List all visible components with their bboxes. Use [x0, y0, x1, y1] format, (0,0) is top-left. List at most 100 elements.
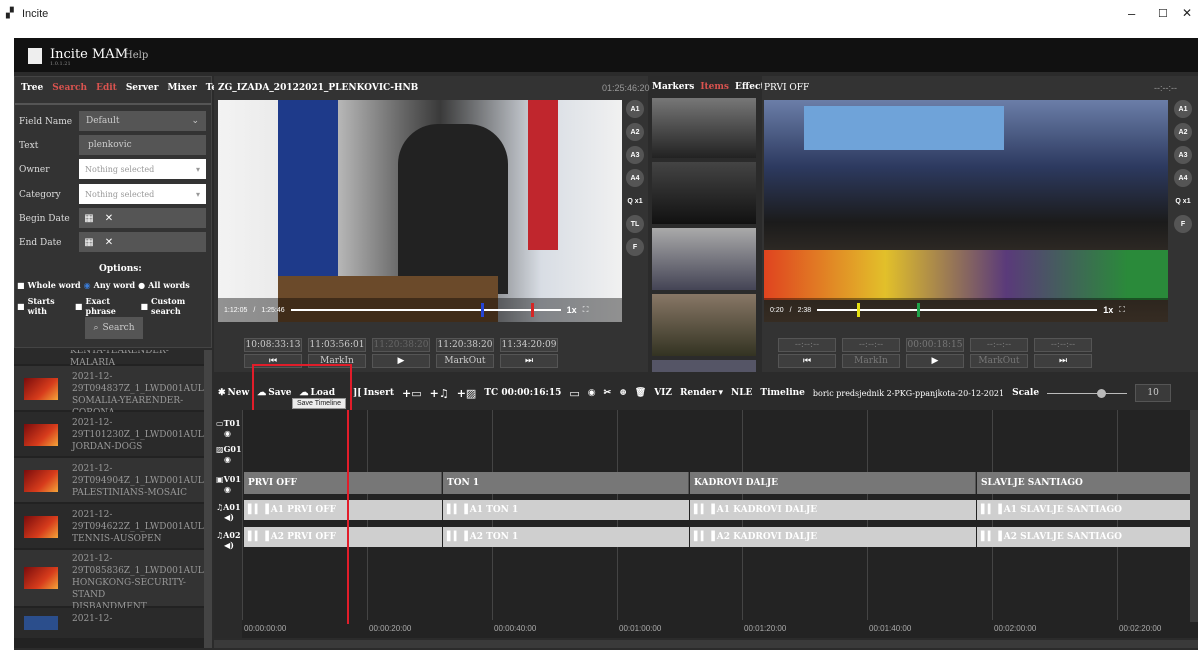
field-name-select[interactable]: Default ⌄ [79, 111, 206, 131]
zoom-button[interactable]: Q x1 [1174, 192, 1192, 210]
eye-icon[interactable]: ◉ [216, 454, 242, 464]
tab-markers[interactable]: Markers [652, 82, 694, 92]
a1-button[interactable]: A1 [626, 100, 644, 118]
list-item[interactable]: 2021-12- 29T094622Z_1_LWD001AUL4Z7 TENNIS-… [14, 504, 212, 548]
next-icon[interactable]: ⏭ [1034, 354, 1092, 368]
insert-button[interactable]: ][Insert [353, 388, 394, 398]
calendar-icon[interactable]: ▦ [79, 237, 99, 248]
audio-clip[interactable]: ▌▍▐ A1 SLAVLJE SANTIAGO [977, 500, 1191, 520]
category-select[interactable]: Nothing selected ▾ [79, 184, 206, 204]
calendar-icon[interactable]: ▦ [79, 213, 99, 224]
scale-input[interactable]: 10 [1135, 384, 1172, 402]
timeline-hscrollbar[interactable] [214, 640, 1198, 648]
begin-date-field[interactable]: ▦ ✕ [79, 208, 206, 228]
a4-button[interactable]: A4 [626, 169, 644, 187]
video-clip[interactable]: KADROVI DALJE [690, 472, 976, 494]
nle-button[interactable]: NLE [731, 388, 752, 398]
a1-button[interactable]: A1 [1174, 100, 1192, 118]
a4-button[interactable]: A4 [1174, 169, 1192, 187]
add-icon[interactable]: ⊕ [619, 388, 627, 398]
whole-word-checkbox[interactable]: ■ [17, 280, 25, 290]
results-scrollbar[interactable] [204, 350, 212, 648]
new-button[interactable]: ✱ New [218, 388, 249, 398]
list-item[interactable]: KENYA-YEARENDER-MALARIA [14, 350, 204, 368]
marker-thumb[interactable] [652, 98, 756, 158]
tab-server[interactable]: Server [126, 83, 159, 93]
slider-handle[interactable] [1097, 388, 1107, 398]
custom-search-checkbox[interactable]: ■ [140, 301, 148, 311]
tab-mixer[interactable]: Mixer [167, 83, 196, 93]
help-menu[interactable]: Help [124, 50, 148, 61]
audio-clip[interactable]: ▌▍▐ A2 TON 1 [443, 527, 689, 547]
play-icon[interactable]: ▶ [906, 354, 964, 368]
all-words-radio[interactable]: ● [138, 280, 145, 290]
f-button[interactable]: F [1174, 215, 1192, 233]
f-button[interactable]: F [626, 238, 644, 256]
source-scrubber[interactable]: 1:12:05 / 1:25:46 1x ⛶ [218, 298, 622, 322]
close-button[interactable]: ✕ [1182, 6, 1192, 20]
list-item[interactable]: 2021-12- 29T094904Z_1_LWD001AUL50T PALESTI… [14, 458, 212, 502]
audio-clip[interactable]: ▌▍▐ A2 KADROVI DALJE [690, 527, 976, 547]
tab-items[interactable]: Items [700, 82, 729, 92]
source-video[interactable]: 1:12:05 / 1:25:46 1x ⛶ [218, 100, 622, 322]
tab-search[interactable]: Search [52, 83, 87, 93]
clear-icon[interactable]: ✕ [99, 213, 119, 224]
audio-clip[interactable]: ▌▍▐ A2 PRVI OFF [244, 527, 442, 547]
markout-button[interactable]: MarkOut [436, 354, 494, 368]
program-video[interactable]: 0:20 / 2:38 1x ⛶ [764, 100, 1168, 322]
a2-button[interactable]: A2 [1174, 123, 1192, 141]
marker-in[interactable] [857, 303, 861, 317]
scale-slider[interactable] [1047, 388, 1128, 398]
list-item[interactable]: 2021-12- 29T094837Z_1_LWD001AUL4D9 SOMALIA… [14, 366, 212, 418]
zoom-button[interactable]: Q x1 [626, 192, 644, 210]
audio-clip[interactable]: ▌▍▐ A2 SLAVLJE SANTIAGO [977, 527, 1191, 547]
list-item[interactable]: 2021-12- [14, 608, 204, 638]
list-item[interactable]: 2021-12- 29T085836Z_1_LWD001AUL2L HONGKONG… [14, 550, 212, 612]
cut-icon[interactable]: ✂ [604, 388, 612, 398]
a3-button[interactable]: A3 [1174, 146, 1192, 164]
trash-icon[interactable]: 🗑 [635, 388, 646, 398]
viz-button[interactable]: VIZ [654, 388, 672, 398]
tl-button[interactable]: TL [626, 215, 644, 233]
timeline-scrollbar[interactable] [1190, 410, 1198, 622]
record-icon[interactable]: ◉ [588, 388, 596, 398]
fullscreen-icon[interactable]: ⛶ [1119, 305, 1125, 315]
playhead[interactable] [347, 410, 349, 624]
render-menu[interactable]: Render ▾ [680, 388, 723, 398]
marker-thumb[interactable] [652, 294, 756, 356]
owner-select[interactable]: Nothing selected ▾ [79, 159, 206, 179]
any-word-radio[interactable]: ◉ [84, 280, 91, 290]
add-graphic-track-icon[interactable]: +▨ [457, 387, 477, 400]
prev-icon[interactable]: ⏮ [778, 354, 836, 368]
marker-in[interactable] [480, 303, 484, 317]
eye-icon[interactable]: ◉ [216, 484, 241, 494]
tab-edit[interactable]: Edit [96, 83, 117, 93]
add-audio-track-icon[interactable]: +♫ [430, 387, 449, 400]
play-icon[interactable]: ▶ [372, 354, 430, 368]
search-button[interactable]: ⌕ Search [85, 317, 143, 339]
video-clip[interactable]: TON 1 [443, 472, 689, 494]
speaker-icon[interactable]: ◀) [216, 512, 241, 522]
marker-out[interactable] [917, 303, 921, 317]
audio-clip[interactable]: ▌▍▐ A1 TON 1 [443, 500, 689, 520]
minimize-button[interactable]: – [1128, 6, 1135, 21]
marker-out[interactable] [530, 303, 534, 317]
marker-thumb[interactable] [652, 228, 756, 290]
speaker-icon[interactable]: ◀) [216, 540, 241, 550]
eye-icon[interactable]: ◉ [216, 428, 241, 438]
exact-phrase-checkbox[interactable]: ■ [75, 301, 83, 311]
tab-tree[interactable]: Tree [21, 83, 43, 93]
a3-button[interactable]: A3 [626, 146, 644, 164]
markout-button[interactable]: MarkOut [970, 354, 1028, 368]
audio-clip[interactable]: ▌▍▐ A1 PRVI OFF [244, 500, 442, 520]
marker-thumb[interactable] [652, 360, 756, 372]
text-input[interactable]: plenkovic [79, 135, 206, 155]
end-date-field[interactable]: ▦ ✕ [79, 232, 206, 252]
video-clip[interactable]: PRVI OFF [244, 472, 442, 494]
add-video-track-icon[interactable]: +▭ [402, 387, 422, 400]
program-scrubber[interactable]: 0:20 / 2:38 1x ⛶ [764, 298, 1168, 322]
fullscreen-icon[interactable]: ⛶ [583, 305, 589, 315]
video-clip[interactable]: SLAVLJE SANTIAGO [977, 472, 1191, 494]
marker-thumb[interactable] [652, 162, 756, 224]
markin-button[interactable]: MarkIn [842, 354, 900, 368]
